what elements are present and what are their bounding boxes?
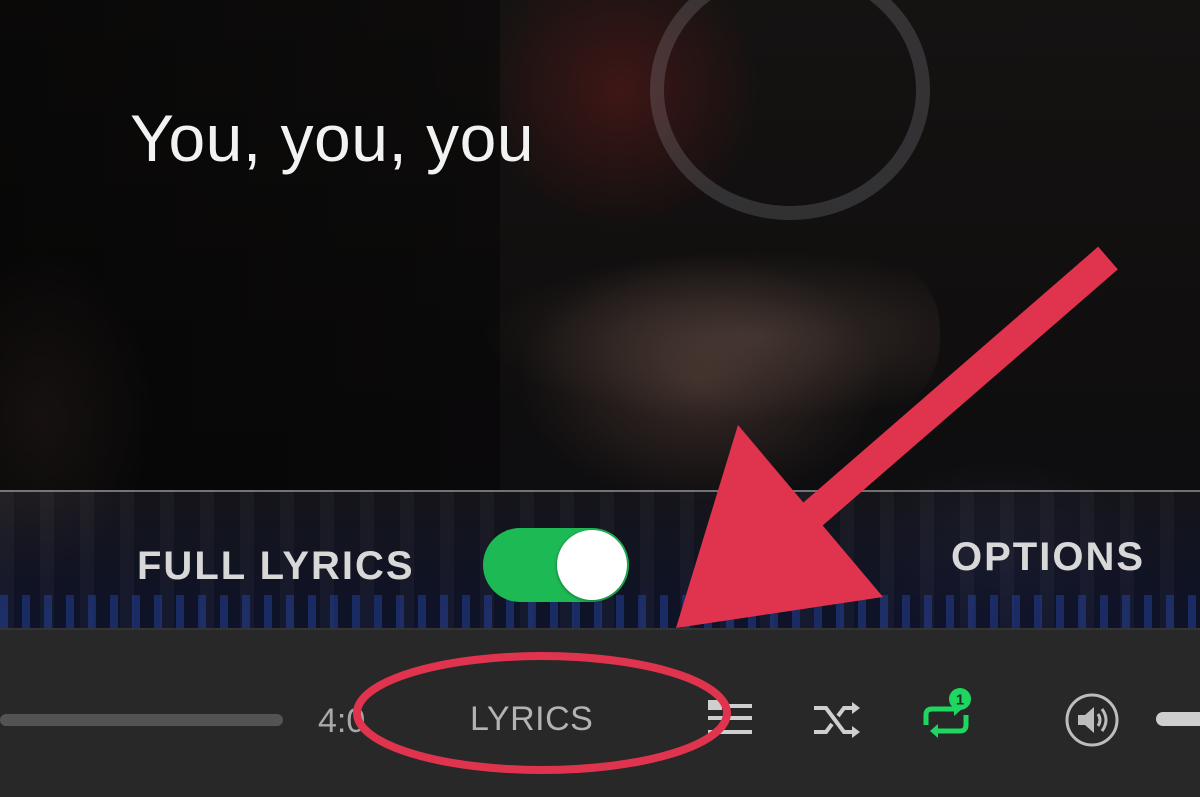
player-bar: 4:0 LYRICS 1 xyxy=(0,628,1200,797)
progress-bar[interactable] xyxy=(0,714,283,726)
full-lyrics-label: FULL LYRICS xyxy=(137,544,415,588)
divider xyxy=(0,490,1200,492)
lyrics-button[interactable]: LYRICS xyxy=(470,700,593,739)
toggle-knob xyxy=(557,530,627,600)
background-image-figure xyxy=(0,0,500,490)
queue-icon[interactable] xyxy=(704,696,756,740)
total-time: 4:0 xyxy=(318,702,366,740)
volume-slider[interactable] xyxy=(1156,712,1200,726)
full-lyrics-toggle[interactable] xyxy=(483,528,629,602)
repeat-one-icon[interactable]: 1 xyxy=(916,685,976,745)
background-image-ring xyxy=(650,0,930,220)
current-lyric-line: You, you, you xyxy=(130,101,535,175)
repeat-badge: 1 xyxy=(956,692,964,709)
options-button[interactable]: OPTIONS xyxy=(951,535,1145,580)
volume-icon[interactable] xyxy=(1064,692,1120,748)
shuffle-icon[interactable] xyxy=(810,696,864,744)
lyrics-view: You, you, you FULL LYRICS OPTIONS xyxy=(0,0,1200,628)
background-image-arm xyxy=(480,250,940,420)
